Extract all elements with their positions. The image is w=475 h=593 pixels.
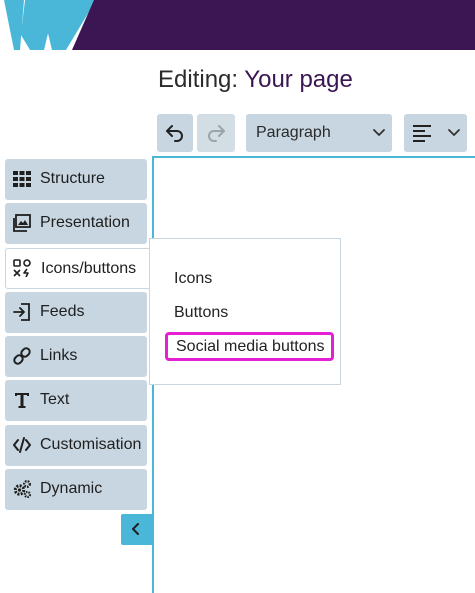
redo-button[interactable] [197,114,235,152]
page-title-prefix: Editing: [158,66,245,93]
sidebar-item-label: Dynamic [40,480,103,497]
undo-button[interactable] [157,114,193,152]
link-icon [13,347,31,365]
submenu-item-buttons[interactable]: Buttons [174,304,228,322]
page-title: Editing: Your page [158,66,353,94]
collapse-sidebar-button[interactable] [121,514,152,545]
feed-in-icon [13,303,30,321]
chevron-down-icon [373,129,385,136]
grid-icon [13,171,31,187]
align-select[interactable] [404,114,467,152]
sidebar-item-label: Icons/buttons [41,260,137,277]
icons-buttons-submenu: Icons Buttons Social media buttons [149,238,341,385]
sidebar-item-label: Customisation [40,436,142,453]
brand-logo [0,0,475,50]
sidebar-item-text[interactable]: Text [5,380,147,421]
sidebar-item-label: Text [40,391,70,408]
code-icon [13,437,31,453]
sidebar-item-label: Links [40,347,78,364]
sidebar-item-structure[interactable]: Structure [5,159,147,200]
site-header [0,0,475,50]
submenu-item-social-media-buttons[interactable]: Social media buttons [165,332,334,361]
sidebar-item-label: Feeds [40,303,85,320]
sidebar-item-presentation[interactable]: Presentation [5,203,147,244]
sidebar-item-feeds[interactable]: Feeds [5,292,147,333]
align-left-icon [413,125,431,142]
sidebar-item-label: Presentation [40,214,130,231]
sidebar-item-icons-buttons[interactable]: Icons/buttons [5,248,153,289]
images-icon [13,214,31,232]
redo-icon [208,125,225,142]
text-icon [15,393,29,408]
page-title-name: Your page [244,66,353,93]
block-format-select[interactable]: Paragraph [246,114,392,152]
sidebar-item-dynamic[interactable]: Dynamic [5,469,147,510]
icons-buttons-icon [13,259,31,277]
sidebar-item-links[interactable]: Links [5,336,147,377]
chevron-left-icon [132,523,139,535]
cogs-icon [13,480,31,498]
undo-icon [166,125,183,142]
block-format-value: Paragraph [256,124,331,141]
submenu-item-icons[interactable]: Icons [174,270,212,288]
chevron-down-icon [448,129,460,136]
sidebar-item-label: Structure [40,170,105,187]
sidebar-item-customisation[interactable]: Customisation [5,425,147,466]
